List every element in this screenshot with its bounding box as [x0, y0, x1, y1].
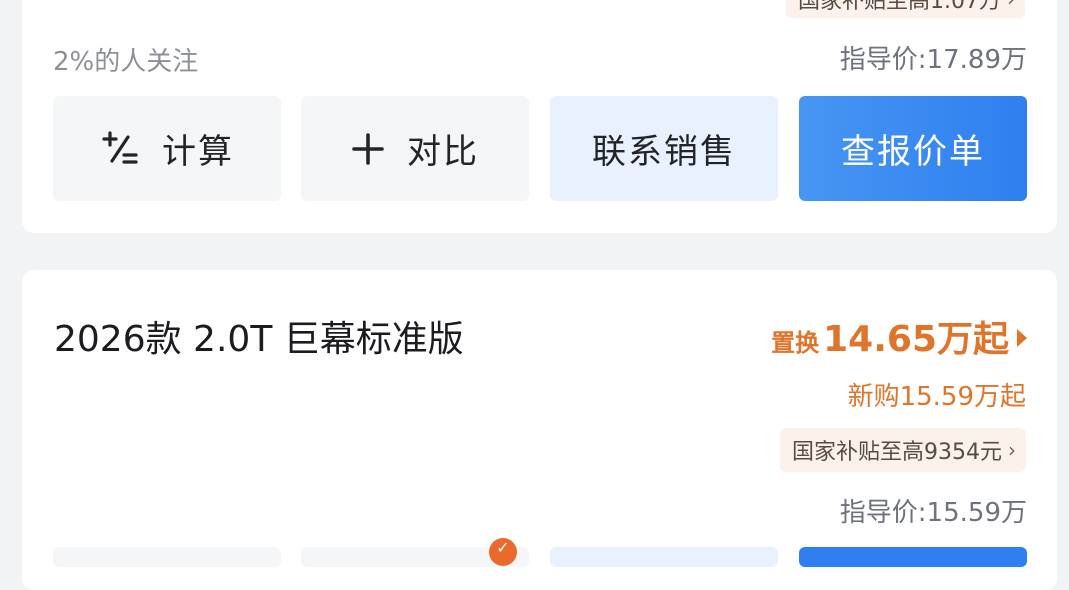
compare-label: 对比	[407, 132, 479, 172]
contact-sales-button[interactable]	[550, 547, 778, 567]
guide-price: 指导价:17.89万	[839, 45, 1027, 75]
action-buttons: 计算 对比 联系销售 查报价单	[53, 96, 1027, 202]
calculator-plus-minus-icon	[100, 129, 140, 169]
guide-price: 指导价:15.59万	[839, 498, 1027, 528]
chevron-right-icon: ›	[1008, 438, 1016, 462]
trim-card-bottom[interactable]: 2026款 2.0T 巨幕标准版 置换 14.65万起 新购15.59万起 国家…	[22, 270, 1057, 590]
get-quote-label: 查报价单	[841, 132, 985, 172]
triangle-right-icon	[1017, 329, 1027, 347]
action-buttons-partial	[53, 547, 1027, 567]
trim-card-top: 国家补贴至高1.07万 › 2%的人关注 指导价:17.89万 计算	[22, 0, 1057, 233]
plus-icon	[351, 132, 385, 166]
trade-in-value: 14.65万起	[823, 319, 1009, 360]
contact-sales-button[interactable]: 联系销售	[550, 96, 778, 201]
trim-name: 2026款 2.0T 巨幕标准版	[54, 319, 464, 360]
trade-in-price[interactable]: 置换 14.65万起	[771, 310, 1027, 362]
trade-in-label: 置换	[771, 329, 820, 357]
subsidy-tag[interactable]: 国家补贴至高9354元 ›	[780, 428, 1026, 472]
subsidy-text: 国家补贴至高1.07万	[798, 0, 1001, 14]
get-quote-button[interactable]: 查报价单	[799, 96, 1027, 201]
followers-text: 2%的人关注	[53, 47, 199, 77]
subsidy-text: 国家补贴至高9354元	[792, 440, 1002, 465]
subsidy-tag[interactable]: 国家补贴至高1.07万 ›	[786, 0, 1025, 18]
chevron-right-icon: ›	[1007, 0, 1015, 11]
calculate-label: 计算	[162, 132, 234, 172]
compare-button[interactable]: 对比	[301, 96, 529, 201]
get-quote-button[interactable]	[799, 547, 1027, 567]
contact-sales-label: 联系销售	[592, 132, 736, 172]
calculate-button[interactable]	[53, 547, 281, 567]
new-purchase-price: 新购15.59万起	[847, 382, 1026, 412]
calculate-button[interactable]: 计算	[53, 96, 281, 201]
check-badge-icon: ✓	[489, 538, 517, 566]
